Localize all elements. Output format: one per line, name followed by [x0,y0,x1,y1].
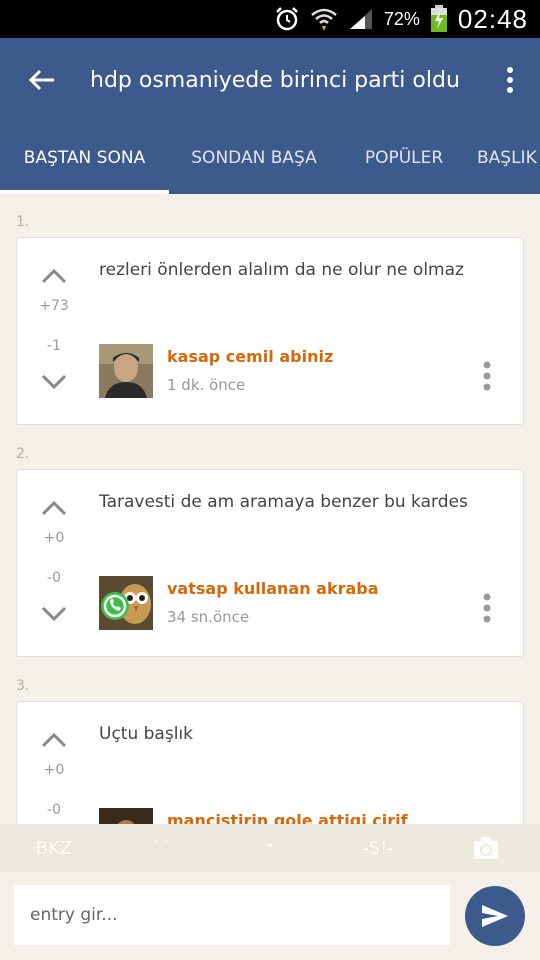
entry-time: 34 sn.önce [167,608,250,626]
input-bar [0,872,540,960]
entry-more-icon[interactable] [481,592,493,624]
tab-bastan-sona[interactable]: BAŞTAN SONA [0,122,169,194]
more-vert-icon[interactable] [480,38,540,122]
entry-text: Uçtu başlık [99,724,193,744]
battery-percent: 72% [383,8,420,29]
avatar[interactable] [99,808,153,824]
author-name[interactable]: vatsap kullanan akraba [167,579,379,598]
author-name[interactable]: mançistirin gole attigi cirif [167,811,408,824]
upvote-icon[interactable] [40,266,68,286]
upvote-count: +0 [43,530,65,546]
signal-icon [348,7,374,31]
tab-sondan-basa[interactable]: SONDAN BAŞA [169,122,339,194]
camera-icon[interactable] [432,835,540,861]
upvote-count: +73 [39,298,69,314]
vote-column: +0 -0 [17,702,91,824]
clock: 02:48 [457,3,528,34]
entry-number: 1. [16,214,30,230]
upvote-icon[interactable] [40,730,68,750]
entry-more-icon[interactable] [481,360,493,392]
upvote-icon[interactable] [40,498,68,518]
upvote-count: +0 [43,762,65,778]
alarm-icon [274,6,300,32]
entry-card: +0 -0 Taravesti de am aramaya benzer bu … [16,469,524,657]
downvote-icon[interactable] [40,604,68,624]
battery-charging-icon [430,5,448,33]
app-bar: hdp osmaniyede birinci parti oldu [0,38,540,122]
entry-input[interactable] [14,885,450,945]
send-icon [482,905,508,927]
send-button[interactable] [465,886,525,946]
entry-number: 2. [16,446,30,462]
backtick-button[interactable]: `` [108,838,216,859]
bkz-button[interactable]: BKZ [0,838,108,859]
downvote-count: -1 [47,338,61,354]
back-arrow-icon[interactable] [0,38,84,122]
tab-bar: BAŞTAN SONA SONDAN BAŞA POPÜLER BAŞLIK [0,122,540,194]
entry-card: +73 -1 rezleri önlerden alalım da ne olu… [16,237,524,425]
entry-text: Taravesti de am aramaya benzer bu kardes [99,492,468,512]
downvote-count: -0 [47,570,61,586]
entry-time: 1 dk. önce [167,376,246,394]
wifi-icon [310,6,338,32]
entry-text: rezleri önlerden alalım da ne olur ne ol… [99,260,464,280]
format-bar: BKZ `` * -S!- [0,824,540,872]
tab-populer[interactable]: POPÜLER [339,122,469,194]
author-name[interactable]: kasap cemil abiniz [167,347,333,366]
status-bar: 72% 02:48 [0,0,540,38]
star-button[interactable]: * [216,838,324,859]
spoiler-button[interactable]: -S!- [324,838,432,859]
tab-baslik[interactable]: BAŞLIK [469,122,540,194]
page-title: hdp osmaniyede birinci parti oldu [90,67,460,93]
vote-column: +73 -1 [17,238,91,424]
downvote-icon[interactable] [40,372,68,392]
entry-number: 3. [16,678,30,694]
entry-card: +0 -0 Uçtu başlık mançistirin gole attig… [16,701,524,824]
avatar[interactable] [99,344,153,398]
entry-list[interactable]: 1. +73 -1 rezleri önlerden alalım da ne … [0,194,540,824]
downvote-count: -0 [47,802,61,818]
vote-column: +0 -0 [17,470,91,656]
avatar[interactable] [99,576,153,630]
